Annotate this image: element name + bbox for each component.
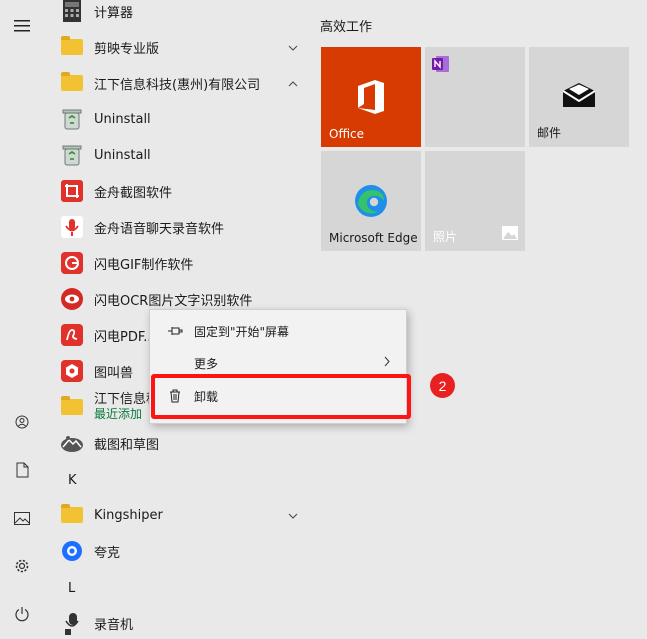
tile-label: 邮件: [537, 126, 562, 140]
app-label: 计算器: [94, 5, 134, 21]
gif-app-icon: [60, 251, 84, 275]
uninstall-highlight-box: [151, 374, 411, 419]
app-label: Uninstall: [94, 111, 151, 127]
mail-envelope-icon: [562, 83, 596, 111]
context-pin-to-start[interactable]: 固定到"开始"屏幕: [150, 315, 406, 347]
tile-office[interactable]: Office: [321, 47, 421, 147]
list-item-jianying-folder[interactable]: 剪映专业版: [60, 29, 308, 65]
app-label: Uninstall: [94, 147, 151, 163]
screenshot-app-icon: [60, 179, 84, 203]
tile-label: 照片: [433, 230, 458, 244]
tile-edge[interactable]: Microsoft Edge: [321, 151, 421, 251]
pin-icon: [164, 325, 186, 337]
app-label: 江下信息科技(惠州)有限公司: [94, 77, 261, 93]
settings-gear-icon[interactable]: [6, 550, 38, 582]
user-icon[interactable]: [6, 406, 38, 438]
menu-item-label: 更多: [194, 356, 219, 371]
list-item-kingshiper-folder[interactable]: Kingshiper: [60, 497, 308, 533]
recycle-bin-icon: [60, 107, 84, 131]
app-label: 闪电OCR图片文字识别软件: [94, 293, 253, 309]
chevron-up-icon: [288, 76, 298, 91]
folder-icon: [60, 395, 84, 419]
folder-icon: [60, 71, 84, 95]
app-label: 截图和草图: [94, 437, 160, 453]
microphone-icon: [60, 611, 84, 635]
tujiaojiao-app-icon: [60, 359, 84, 383]
snip-sketch-icon: [60, 431, 84, 455]
app-label: 夸克: [94, 545, 121, 561]
app-label: Kingshiper: [94, 507, 163, 523]
list-item-jinzhou-screenshot[interactable]: 金舟截图软件: [60, 173, 308, 209]
list-item-kuake[interactable]: 夸克: [60, 533, 308, 569]
section-letter-l[interactable]: L: [68, 579, 75, 599]
list-item-snip-sketch[interactable]: 截图和草图: [60, 425, 308, 461]
list-item-uninstall-2[interactable]: Uninstall: [60, 137, 308, 173]
start-left-rail: [0, 0, 44, 639]
list-item-calculator[interactable]: 计算器: [60, 0, 308, 29]
app-label: 剪映专业版: [94, 41, 160, 57]
pdf-app-icon: [60, 323, 84, 347]
chevron-down-icon: [288, 508, 298, 523]
list-item-jiangxia-folder[interactable]: 江下信息科技(惠州)有限公司: [60, 65, 308, 101]
kuake-app-icon: [60, 539, 84, 563]
chevron-down-icon: [288, 40, 298, 55]
eye-app-icon: [60, 287, 84, 311]
tile-onenote[interactable]: [425, 47, 525, 147]
app-label: 金舟语音聊天录音软件: [94, 221, 225, 237]
section-letter-k[interactable]: K: [68, 471, 77, 491]
documents-icon[interactable]: [6, 454, 38, 486]
tile-photos[interactable]: 照片: [425, 151, 525, 251]
list-item-jinzhou-voice[interactable]: 金舟语音聊天录音软件: [60, 209, 308, 245]
app-label: 图叫兽: [94, 365, 134, 381]
folder-icon: [60, 503, 84, 527]
calculator-icon: [60, 0, 84, 23]
list-item-recorder[interactable]: 录音机: [60, 605, 308, 639]
folder-icon: [60, 35, 84, 59]
chevron-right-icon: [384, 356, 390, 370]
power-icon[interactable]: [6, 598, 38, 630]
app-label: 闪电PDF...: [94, 329, 156, 345]
tile-mail[interactable]: 邮件: [529, 47, 629, 147]
list-item-uninstall-1[interactable]: Uninstall: [60, 101, 308, 137]
list-item-gif-maker[interactable]: 闪电GIF制作软件: [60, 245, 308, 281]
edge-icon: [354, 184, 388, 222]
app-label: 金舟截图软件: [94, 185, 173, 201]
microphone-app-icon: [60, 215, 84, 239]
pictures-icon[interactable]: [6, 502, 38, 534]
recycle-bin-icon: [60, 143, 84, 167]
tile-group-title[interactable]: 高效工作: [320, 16, 372, 35]
office-icon: [355, 79, 387, 119]
tile-label: Office: [329, 127, 365, 141]
menu-icon[interactable]: [6, 10, 38, 42]
app-label: 录音机: [94, 617, 134, 633]
step-badge: 2: [430, 373, 455, 398]
app-label: 闪电GIF制作软件: [94, 257, 194, 273]
tile-label: Microsoft Edge: [329, 231, 418, 245]
photos-icon: [502, 225, 518, 244]
menu-item-label: 固定到"开始"屏幕: [194, 324, 290, 339]
onenote-icon: [432, 55, 450, 77]
